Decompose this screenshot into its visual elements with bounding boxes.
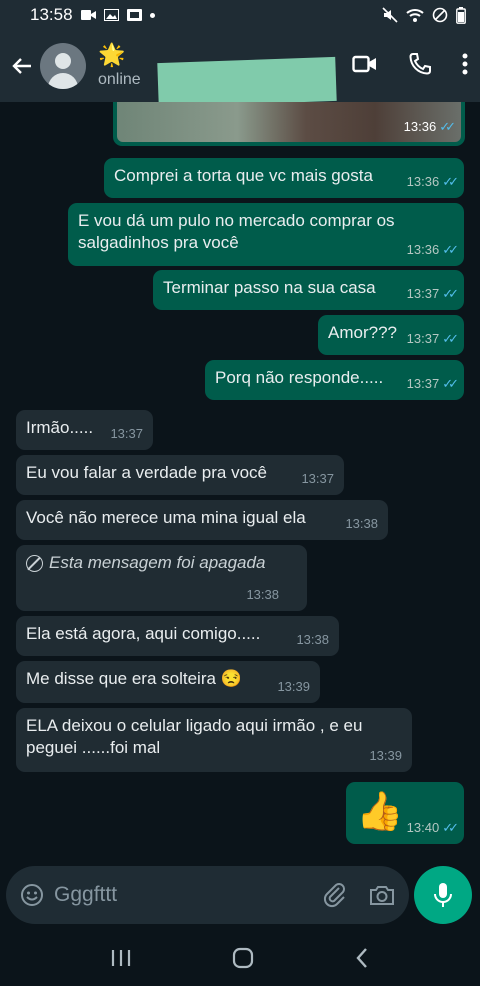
message-bubble[interactable]: Comprei a torta que vc mais gosta 13:36 ✓… bbox=[104, 158, 464, 198]
more-options-icon[interactable] bbox=[462, 53, 468, 75]
avatar[interactable] bbox=[40, 43, 86, 89]
contact-status: online bbox=[98, 71, 141, 88]
message-time: 13:38 bbox=[345, 516, 378, 531]
read-ticks-icon: ✓✓ bbox=[442, 376, 459, 391]
message-bubble[interactable]: Ela está agora, aqui comigo..... 13:38 bbox=[16, 616, 339, 656]
read-ticks-icon: ✓✓ bbox=[442, 242, 459, 257]
message-bubble[interactable]: Amor??? 13:37 ✓✓ bbox=[318, 315, 464, 355]
message-bubble[interactable]: Eu vou falar a verdade pra você 13:37 bbox=[16, 455, 344, 495]
status-time: 13:58 bbox=[30, 5, 73, 24]
message-text: ELA deixou o celular ligado aqui irmão ,… bbox=[26, 716, 363, 757]
message-text: Esta mensagem foi apagada bbox=[49, 553, 266, 572]
microphone-icon bbox=[434, 883, 452, 907]
message-bubble[interactable]: ELA deixou o celular ligado aqui irmão ,… bbox=[16, 708, 412, 772]
redaction-tape bbox=[157, 56, 337, 108]
system-nav-bar bbox=[0, 930, 480, 986]
message-bubble[interactable]: Irmão..... 13:37 bbox=[16, 410, 153, 450]
message-time: 13:37 bbox=[301, 471, 334, 486]
message-input-bar[interactable]: Gggfttt bbox=[6, 866, 409, 924]
message-time: 13:39 bbox=[277, 679, 310, 694]
message-text: Amor??? bbox=[328, 323, 397, 342]
wifi-icon bbox=[406, 9, 424, 22]
do-not-disturb-icon bbox=[432, 7, 448, 23]
message-text: Você não merece uma mina igual ela bbox=[26, 508, 306, 527]
message-time: 13:36 bbox=[406, 174, 440, 189]
home-icon[interactable] bbox=[232, 947, 254, 969]
back-arrow-icon[interactable] bbox=[8, 52, 36, 80]
message-input[interactable]: Gggfttt bbox=[54, 883, 323, 907]
message-text: E vou dá um pulo no mercado comprar os s… bbox=[78, 211, 395, 252]
message-bubble[interactable]: E vou dá um pulo no mercado comprar os s… bbox=[68, 203, 464, 266]
message-text: Comprei a torta que vc mais gosta bbox=[114, 166, 373, 185]
read-ticks-icon: ✓✓ bbox=[442, 331, 459, 346]
message-time: 13:37 bbox=[406, 286, 440, 301]
message-time: 13:36 bbox=[403, 119, 437, 134]
chat-area[interactable]: 13:36 ✓✓ Comprei a torta que vc mais gost… bbox=[0, 102, 480, 862]
status-bar: 13:58 bbox=[0, 0, 480, 30]
message-time: 13:38 bbox=[246, 587, 279, 602]
notification-dot-icon bbox=[149, 12, 155, 18]
read-ticks-icon: ✓✓ bbox=[439, 119, 456, 134]
message-time: 13:37 bbox=[406, 376, 440, 391]
emoji-message-bubble[interactable]: 👍 13:40 ✓✓ bbox=[346, 782, 464, 844]
message-time: 13:37 bbox=[406, 331, 440, 346]
message-text: Terminar passo na sua casa bbox=[163, 278, 376, 297]
message-text: Porq não responde..... bbox=[215, 368, 384, 387]
voice-call-icon[interactable] bbox=[408, 52, 432, 76]
battery-icon bbox=[456, 6, 466, 24]
message-text: Ela está agora, aqui comigo..... bbox=[26, 624, 261, 643]
deleted-message-bubble[interactable]: Esta mensagem foi apagada 13:38 bbox=[16, 545, 307, 611]
message-time: 13:40 bbox=[406, 820, 440, 835]
video-notification-icon bbox=[80, 10, 96, 20]
message-time: 13:37 bbox=[110, 426, 143, 441]
message-text: 👍 bbox=[356, 791, 404, 833]
gallery-notification-icon bbox=[103, 9, 119, 21]
camera-icon[interactable] bbox=[369, 884, 395, 906]
message-bubble[interactable]: Porq não responde..... 13:37 ✓✓ bbox=[205, 360, 464, 400]
video-call-icon[interactable] bbox=[352, 54, 378, 74]
contact-name: 🌟 bbox=[98, 42, 126, 67]
message-bubble[interactable]: Terminar passo na sua casa 13:37 ✓✓ bbox=[153, 270, 464, 310]
message-time: 13:38 bbox=[296, 632, 329, 647]
contact-info[interactable]: 🌟 online bbox=[98, 43, 141, 89]
read-ticks-icon: ✓✓ bbox=[442, 820, 459, 835]
emoji-icon[interactable] bbox=[20, 883, 44, 907]
image-message[interactable]: 13:36 ✓✓ bbox=[113, 102, 465, 146]
back-nav-icon[interactable] bbox=[354, 947, 370, 969]
message-text: Eu vou falar a verdade pra você bbox=[26, 463, 267, 482]
message-bubble[interactable]: Me disse que era solteira 😒 13:39 bbox=[16, 661, 320, 703]
message-text: Me disse que era solteira 😒 bbox=[26, 669, 242, 688]
message-time: 13:39 bbox=[369, 748, 402, 763]
recent-apps-icon[interactable] bbox=[110, 948, 132, 968]
message-text: Irmão..... bbox=[26, 418, 94, 437]
deleted-icon bbox=[26, 554, 43, 572]
attach-icon[interactable] bbox=[323, 882, 347, 908]
message-time: 13:36 bbox=[406, 242, 440, 257]
mic-button[interactable] bbox=[414, 866, 472, 924]
read-ticks-icon: ✓✓ bbox=[442, 286, 459, 301]
mute-icon bbox=[382, 7, 398, 23]
read-ticks-icon: ✓✓ bbox=[442, 174, 459, 189]
message-bubble[interactable]: Você não merece uma mina igual ela 13:38 bbox=[16, 500, 388, 540]
message-notification-icon bbox=[126, 9, 142, 21]
